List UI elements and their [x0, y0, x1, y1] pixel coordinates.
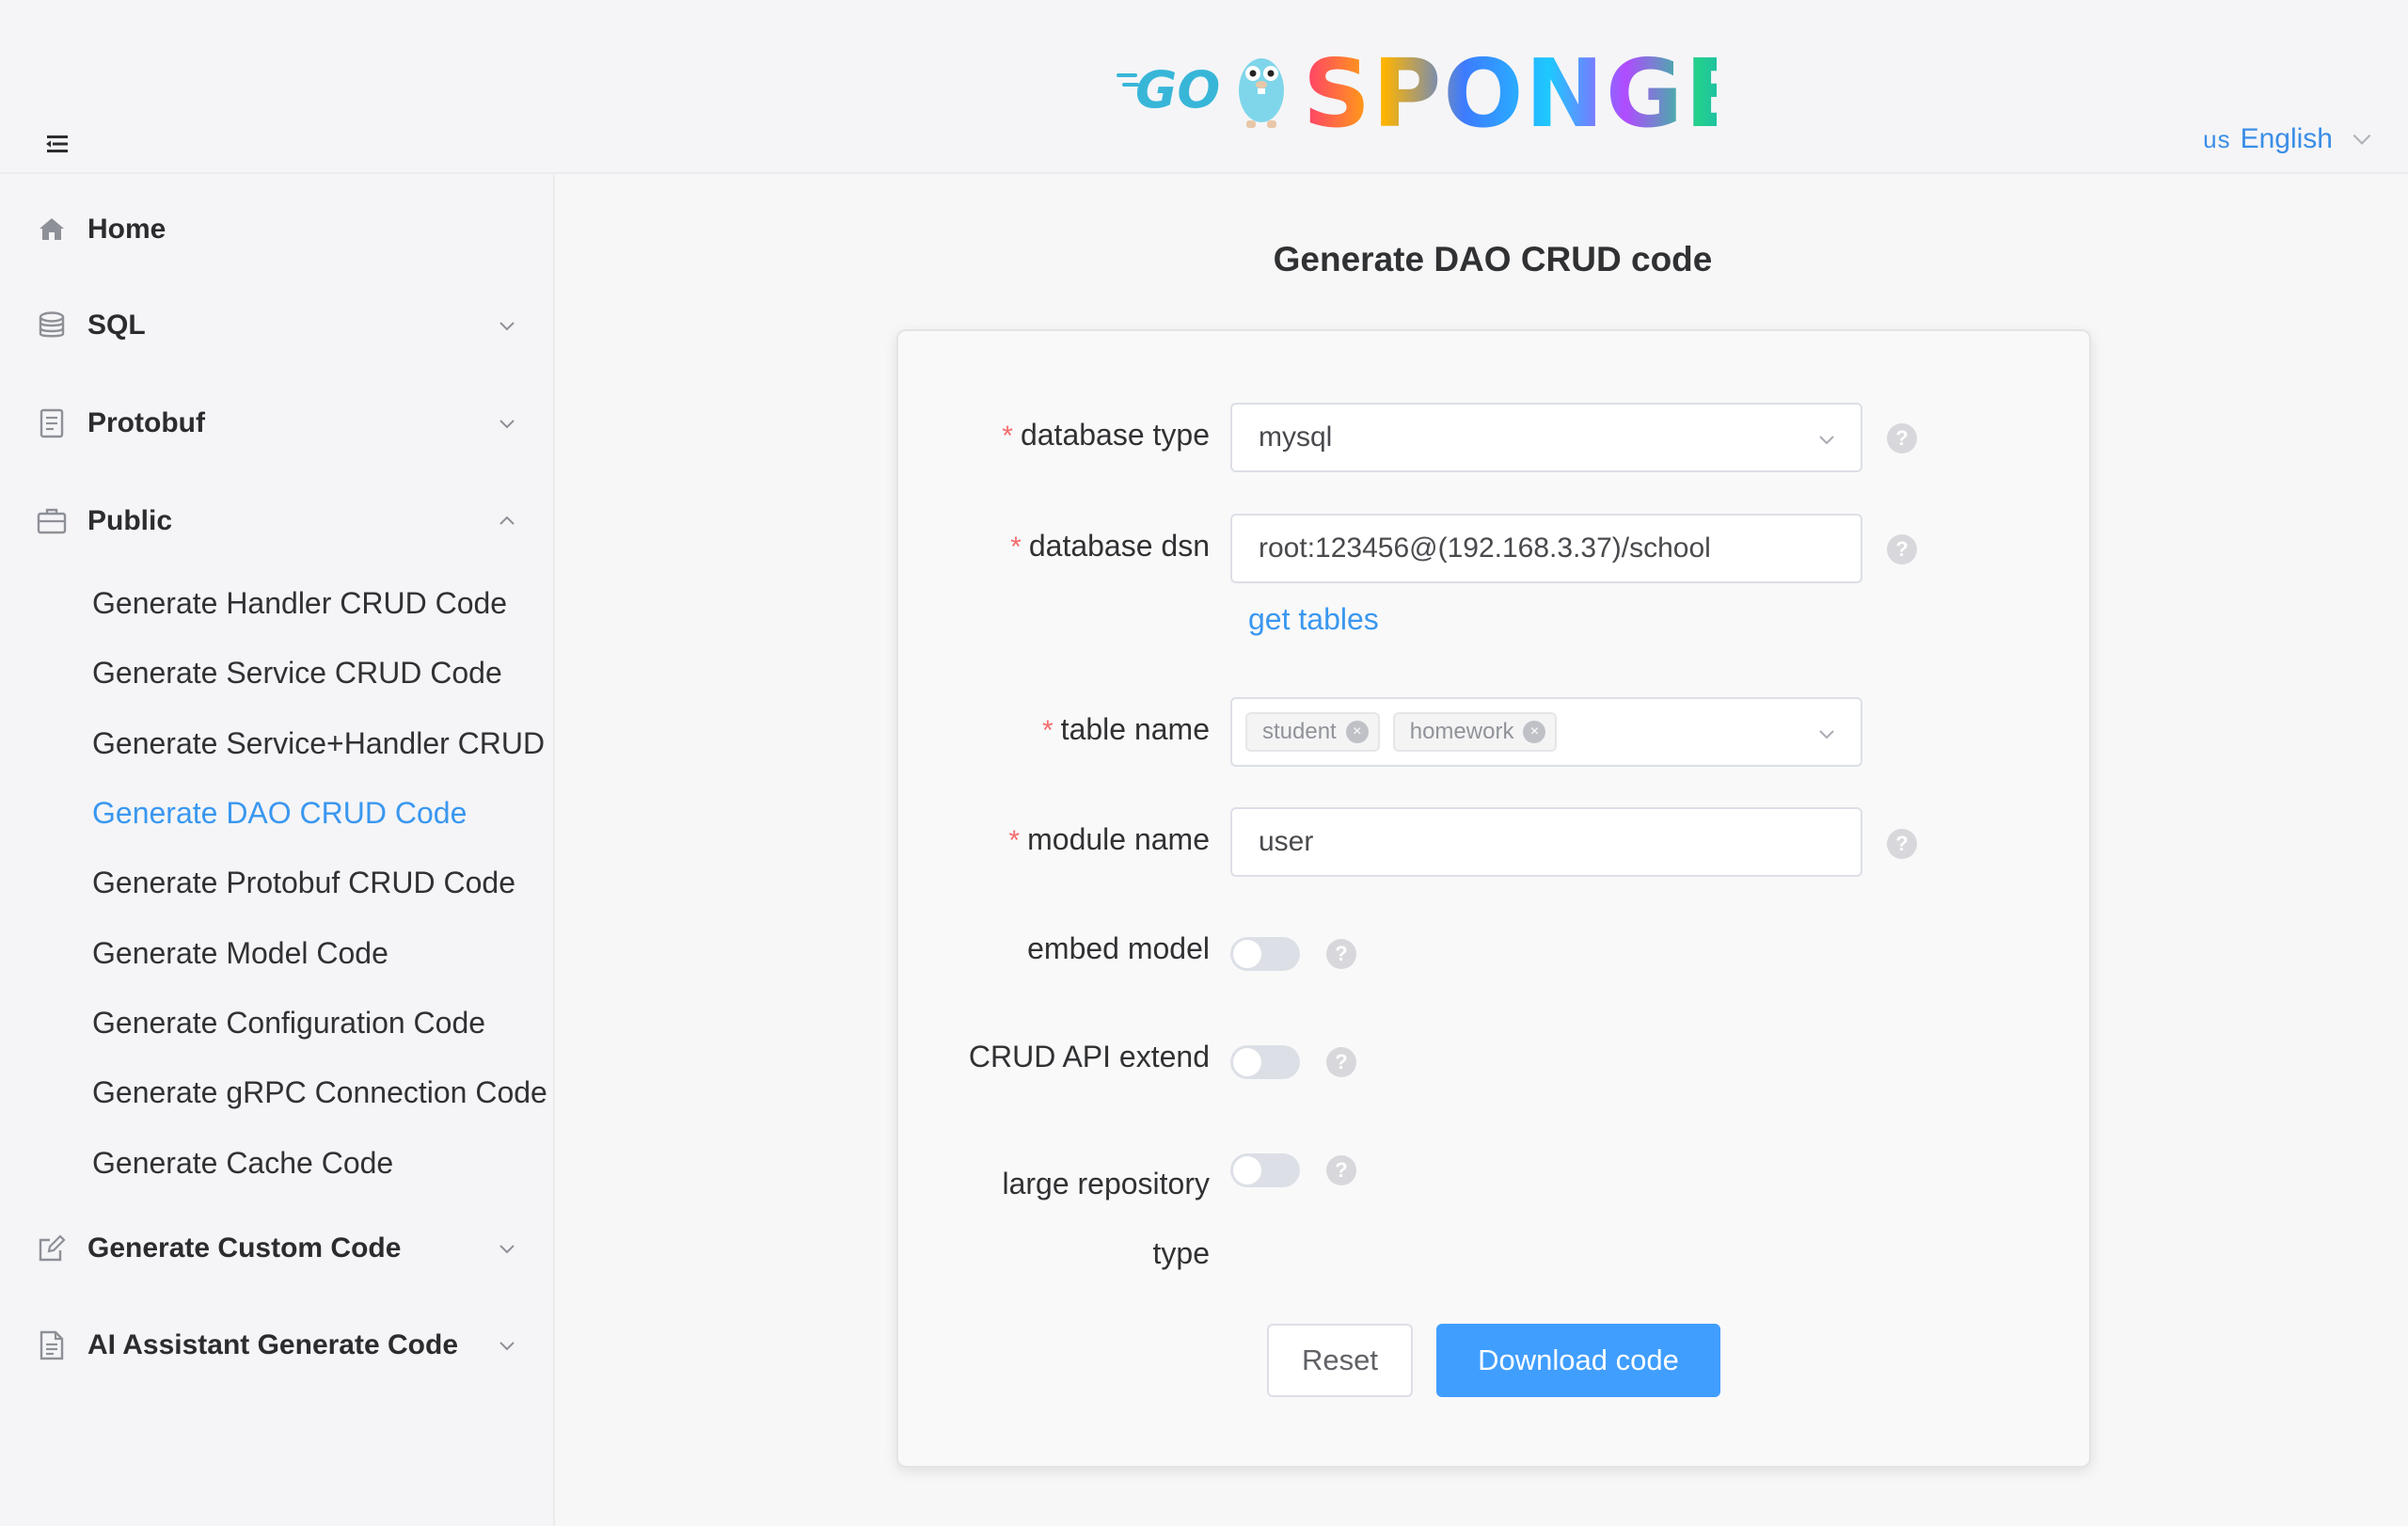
sidebar-item-label: Generate Custom Code: [87, 1232, 402, 1264]
sidebar-item-label: Generate gRPC Connection Code: [92, 1074, 547, 1109]
sidebar-item-label: Generate Handler CRUD Code: [92, 585, 508, 620]
database-dsn-help-icon[interactable]: ?: [1887, 534, 1917, 564]
svg-text:SPONGE: SPONGE: [1303, 45, 1717, 135]
chevron-down-icon: [499, 1342, 515, 1351]
sidebar-item-label: Generate DAO CRUD Code: [92, 795, 467, 830]
module-name-value: user: [1259, 826, 1314, 857]
database-dsn-input[interactable]: root:123456@(192.168.3.37)/school: [1230, 514, 1862, 583]
sidebar-item-generate-dao-crud[interactable]: Generate DAO CRUD Code: [0, 783, 553, 843]
table-tag: student ×: [1245, 712, 1380, 752]
chevron-down-icon: [499, 322, 515, 331]
database-dsn-label: * database dsn: [1010, 529, 1210, 563]
sidebar-item-label: Public: [87, 505, 173, 536]
sidebar-item-protobuf[interactable]: Protobuf: [0, 386, 553, 461]
top-header: GO SPONGE us English: [0, 0, 2408, 174]
required-mark: *: [1008, 825, 1021, 856]
chevron-down-icon: [499, 420, 515, 429]
reset-button[interactable]: Reset: [1267, 1324, 1413, 1397]
sidebar-item-generate-cache[interactable]: Generate Cache Code: [0, 1133, 553, 1193]
large-repository-type-help-icon[interactable]: ?: [1326, 1155, 1356, 1185]
large-repository-type-label: large repository type: [1002, 1167, 1210, 1270]
module-name-input[interactable]: user: [1230, 807, 1862, 877]
sidebar-item-label: Generate Service+Handler CRUD C: [92, 725, 555, 760]
language-label: English: [2240, 123, 2333, 154]
home-icon: [40, 218, 64, 240]
table-name-multiselect[interactable]: student × homework ×: [1230, 697, 1862, 767]
database-type-help-icon[interactable]: ?: [1887, 423, 1917, 453]
database-type-value: mysql: [1259, 421, 1333, 453]
sidebar-item-label: Generate Configuration Code: [92, 1005, 486, 1040]
sidebar-item-generate-configuration[interactable]: Generate Configuration Code: [0, 993, 553, 1053]
sidebar-item-generate-model[interactable]: Generate Model Code: [0, 923, 553, 983]
chevron-down-icon: [1819, 730, 1834, 739]
sidebar-item-generate-service-handler-crud[interactable]: Generate Service+Handler CRUD C: [0, 713, 555, 773]
sidebar-item-generate-custom-code[interactable]: Generate Custom Code: [0, 1211, 553, 1286]
chevron-down-icon: [2353, 134, 2371, 145]
sidebar-item-generate-grpc-connection[interactable]: Generate gRPC Connection Code: [0, 1062, 553, 1122]
database-type-label: * database type: [1002, 418, 1210, 452]
crud-api-extend-label: CRUD API extend: [968, 1040, 1210, 1073]
language-selector[interactable]: us English: [2203, 120, 2374, 158]
edit-icon: [39, 1234, 66, 1262]
sidebar-item-public[interactable]: Public: [0, 484, 553, 559]
form-card: [896, 329, 2091, 1468]
sidebar-item-home[interactable]: Home: [0, 192, 553, 267]
crud-api-extend-switch[interactable]: [1230, 1045, 1300, 1079]
file-text-icon: [40, 1330, 64, 1360]
page-title: Generate DAO CRUD code: [1273, 240, 1713, 278]
chevron-up-icon: [499, 516, 515, 525]
briefcase-icon: [37, 508, 67, 534]
table-name-label: * table name: [1041, 712, 1210, 746]
sidebar-item-generate-protobuf-crud[interactable]: Generate Protobuf CRUD Code: [0, 852, 553, 913]
sidebar-item-generate-service-crud[interactable]: Generate Service CRUD Code: [0, 643, 553, 703]
download-code-button[interactable]: Download code: [1436, 1324, 1720, 1397]
sidebar-item-label: AI Assistant Generate Code: [87, 1329, 458, 1360]
embed-model-help-icon[interactable]: ?: [1326, 939, 1356, 969]
embed-model-switch[interactable]: [1230, 937, 1300, 971]
sidebar-item-label: SQL: [87, 310, 146, 341]
required-mark: *: [1041, 715, 1054, 746]
sidebar-item-label: Home: [87, 214, 166, 245]
document-icon: [40, 408, 64, 438]
tag-close-icon[interactable]: ×: [1345, 721, 1369, 743]
flag-us-label: us: [2203, 124, 2231, 153]
get-tables-link[interactable]: get tables: [1248, 602, 1379, 637]
database-icon: [39, 311, 65, 338]
sidebar-item-generate-handler-crud[interactable]: Generate Handler CRUD Code: [0, 573, 553, 633]
embed-model-label: embed model: [1027, 931, 1210, 965]
module-name-label: * module name: [1008, 822, 1210, 856]
required-mark: *: [1010, 532, 1022, 563]
module-name-help-icon[interactable]: ?: [1887, 829, 1917, 859]
menu-fold-icon[interactable]: [43, 130, 71, 158]
chevron-down-icon: [499, 1245, 515, 1254]
large-repository-type-switch[interactable]: [1230, 1153, 1300, 1187]
sidebar-item-label: Generate Model Code: [92, 935, 388, 970]
go-sponge-logo: GO SPONGE: [1117, 45, 1717, 135]
svg-text:GO: GO: [1135, 60, 1220, 119]
table-tag-label: student: [1262, 719, 1337, 744]
sidebar-item-label: Generate Cache Code: [92, 1145, 394, 1180]
sidebar-item-label: Generate Service CRUD Code: [92, 655, 502, 690]
database-type-select[interactable]: mysql: [1230, 403, 1862, 472]
crud-api-extend-help-icon[interactable]: ?: [1326, 1047, 1356, 1077]
sidebar-item-label: Protobuf: [87, 407, 205, 438]
table-tag: homework ×: [1392, 712, 1558, 752]
chevron-down-icon: [1819, 436, 1834, 445]
sidebar-item-label: Generate Protobuf CRUD Code: [92, 865, 515, 899]
database-dsn-value: root:123456@(192.168.3.37)/school: [1259, 533, 1711, 564]
sidebar-nav: Home SQL Protobuf Public Generate Handle…: [0, 175, 555, 1526]
sidebar-item-sql[interactable]: SQL: [0, 288, 553, 363]
required-mark: *: [1002, 421, 1013, 452]
sidebar-item-ai-assistant[interactable]: AI Assistant Generate Code: [0, 1308, 553, 1383]
table-tag-label: homework: [1409, 719, 1514, 744]
tag-close-icon[interactable]: ×: [1523, 721, 1546, 743]
